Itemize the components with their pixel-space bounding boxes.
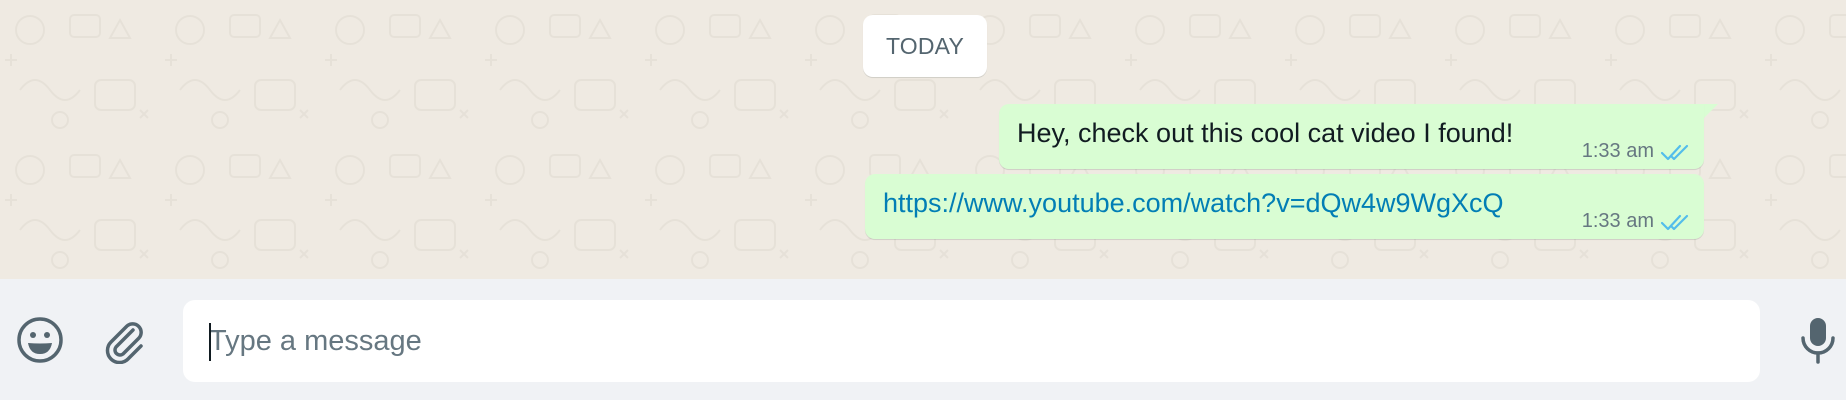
double-check-read-icon <box>1660 214 1689 230</box>
date-divider: TODAY <box>863 15 987 77</box>
outgoing-message[interactable]: Hey, check out this cool cat video I fou… <box>999 104 1704 169</box>
message-input-container[interactable] <box>183 300 1760 382</box>
message-composer <box>0 279 1846 400</box>
chat-window: TODAY Hey, check out this cool cat video… <box>0 0 1846 400</box>
microphone-icon <box>1801 318 1835 364</box>
voice-message-button[interactable] <box>1790 312 1846 368</box>
emoji-icon <box>17 317 63 363</box>
message-text: Hey, check out this cool cat video I fou… <box>1017 118 1514 148</box>
bubble-tail <box>1702 104 1718 120</box>
double-check-read-icon <box>1660 144 1689 160</box>
conversation-panel[interactable]: TODAY Hey, check out this cool cat video… <box>0 0 1846 279</box>
message-input[interactable] <box>209 300 1739 382</box>
message-time: 1:33 am <box>1581 210 1654 232</box>
message-meta: 1:33 am <box>1582 140 1690 163</box>
message-meta: 1:33 am <box>1582 210 1690 233</box>
emoji-button[interactable] <box>12 312 68 368</box>
message-link[interactable]: https://www.youtube.com/watch?v=dQw4w9Wg… <box>883 188 1504 219</box>
outgoing-message[interactable]: https://www.youtube.com/watch?v=dQw4w9Wg… <box>865 174 1704 239</box>
attach-button[interactable] <box>96 312 152 368</box>
message-time: 1:33 am <box>1581 140 1654 162</box>
text-caret <box>209 323 211 361</box>
paperclip-icon <box>105 322 143 364</box>
